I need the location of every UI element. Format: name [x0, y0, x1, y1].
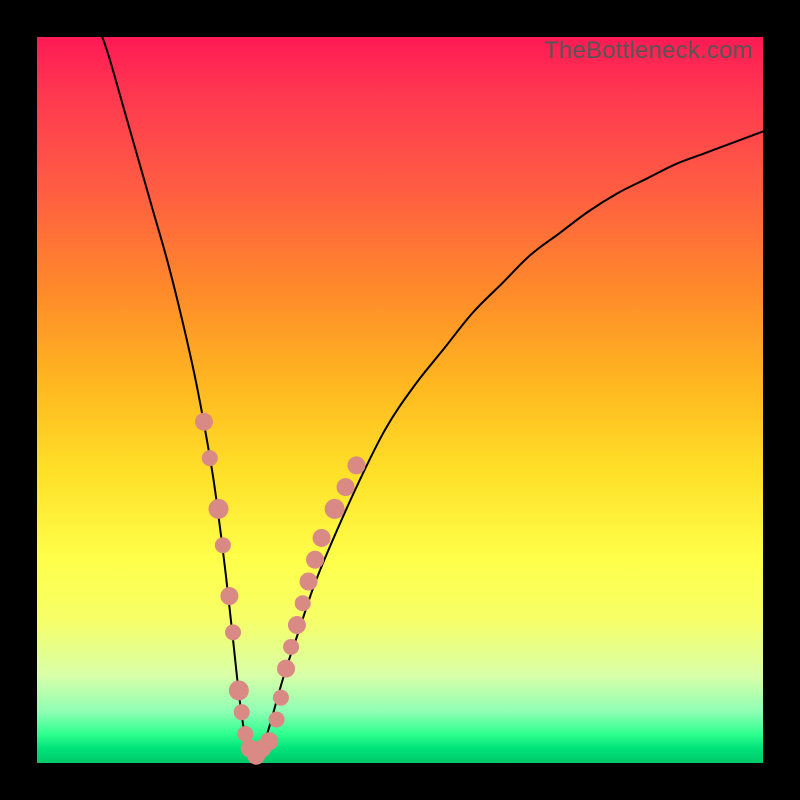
data-marker: [269, 711, 285, 727]
data-marker: [313, 529, 331, 547]
data-marker: [288, 616, 306, 634]
data-marker: [300, 573, 318, 591]
data-marker: [215, 537, 231, 553]
data-marker: [229, 680, 249, 700]
data-marker: [237, 726, 253, 742]
data-marker: [283, 639, 299, 655]
data-marker: [273, 690, 289, 706]
data-marker: [337, 478, 355, 496]
data-markers: [195, 413, 365, 765]
chart-stage: TheBottleneck.com: [0, 0, 800, 800]
data-marker: [277, 660, 295, 678]
data-marker: [225, 624, 241, 640]
data-marker: [306, 551, 324, 569]
data-marker: [295, 595, 311, 611]
data-marker: [260, 732, 278, 750]
data-marker: [234, 704, 250, 720]
bottleneck-curve: [102, 37, 763, 763]
data-marker: [195, 413, 213, 431]
data-marker: [347, 456, 365, 474]
data-marker: [209, 499, 229, 519]
data-marker: [202, 450, 218, 466]
data-marker: [220, 587, 238, 605]
chart-svg: [37, 37, 763, 763]
data-marker: [325, 499, 345, 519]
plot-area: TheBottleneck.com: [37, 37, 763, 763]
